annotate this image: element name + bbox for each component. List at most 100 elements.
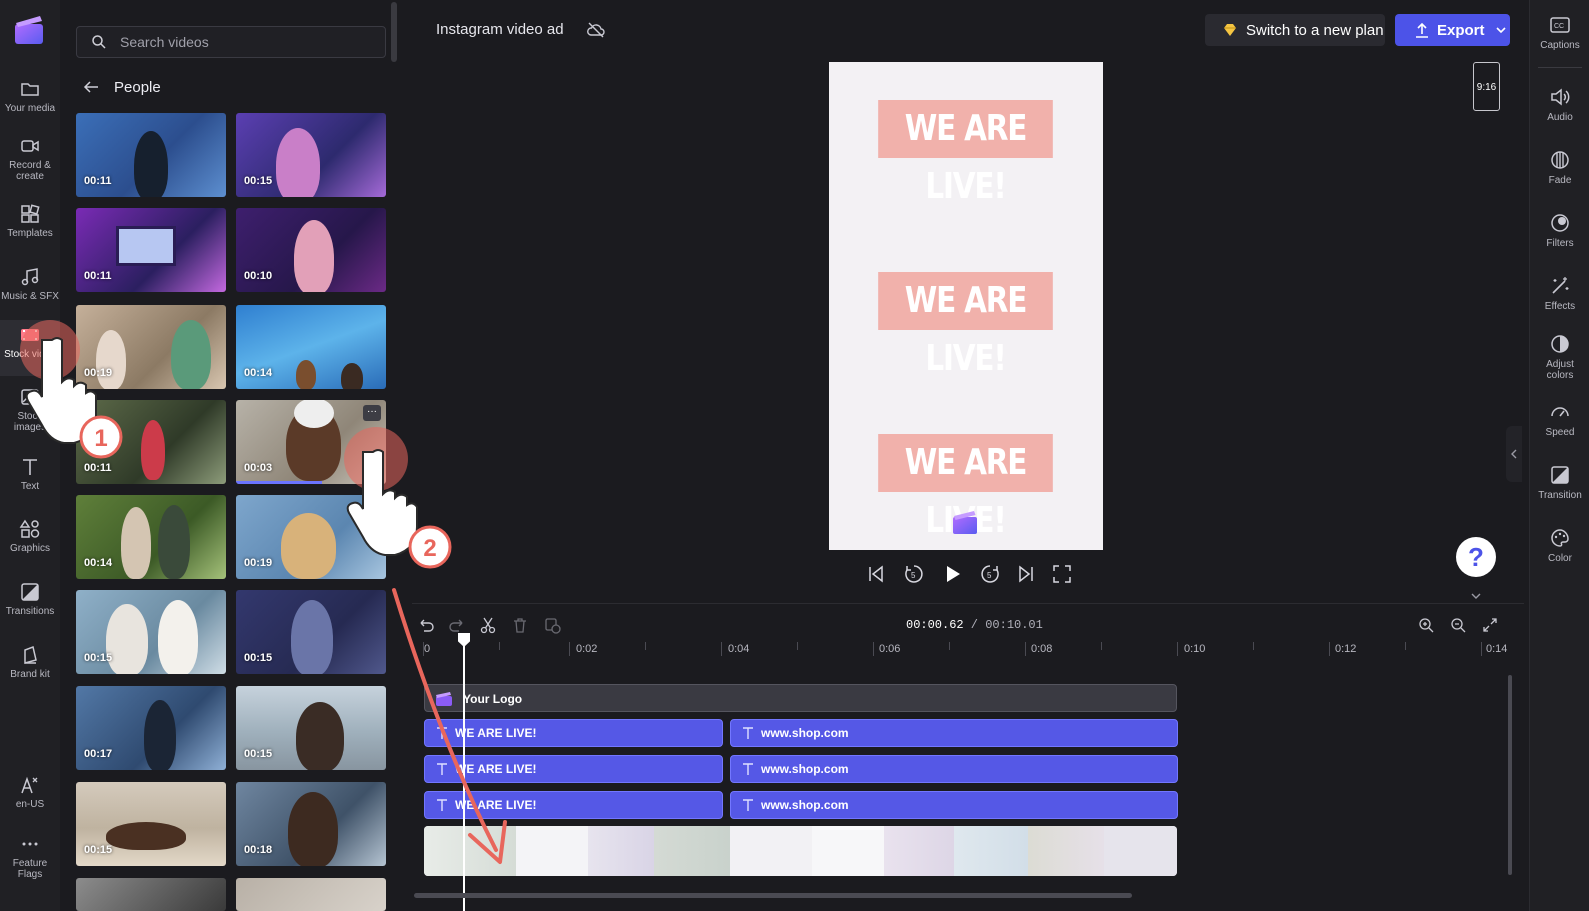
back-arrow-icon[interactable] <box>82 78 100 96</box>
video-thumbnail[interactable]: 00:11 <box>76 208 226 292</box>
nav-music-sfx[interactable]: Music & SFX <box>0 262 60 318</box>
delete-icon[interactable] <box>511 616 529 634</box>
rail-speed[interactable]: Speed <box>1530 401 1589 438</box>
video-thumbnail[interactable]: 00:19 <box>76 305 226 389</box>
video-thumbnail[interactable]: 00:15 <box>236 590 386 674</box>
video-thumbnail[interactable]: 00:11 <box>76 113 226 197</box>
playhead[interactable] <box>463 633 465 911</box>
text-icon <box>437 727 447 739</box>
nav-transitions[interactable]: Transitions <box>0 577 60 633</box>
text-clip[interactable]: WE ARE LIVE! <box>424 755 723 783</box>
text-clip[interactable]: www.shop.com <box>730 755 1178 783</box>
search-box[interactable] <box>76 26 386 58</box>
ruler-label: 0:02 <box>576 643 598 655</box>
nav-your-media[interactable]: Your media <box>0 74 60 130</box>
video-thumbnail[interactable]: 00:15 <box>76 782 226 866</box>
help-button[interactable]: ? <box>1456 537 1496 577</box>
forward-5s-icon[interactable]: 5 <box>979 563 1001 585</box>
text-clip[interactable]: www.shop.com <box>730 791 1178 819</box>
fit-to-screen-icon[interactable] <box>1481 616 1499 634</box>
rail-effects[interactable]: Effects <box>1530 275 1589 312</box>
panel-scrollbar[interactable] <box>391 2 397 62</box>
video-track-clip[interactable] <box>424 826 1177 876</box>
nav-stock-images[interactable]: Stock images <box>0 382 60 438</box>
property-panel-toggle[interactable] <box>1506 426 1522 482</box>
nav-label: Feature Flags <box>12 858 48 880</box>
nav-label: Graphics <box>9 543 50 554</box>
video-thumbnail[interactable]: 00:11 <box>76 400 226 484</box>
ruler-label: 0:08 <box>1031 643 1053 655</box>
play-icon[interactable] <box>941 563 963 585</box>
search-input[interactable] <box>120 34 370 50</box>
text-clip[interactable]: www.shop.com <box>730 719 1178 747</box>
timeline-horizontal-scrollbar[interactable] <box>414 893 1132 898</box>
video-thumbnail[interactable]: 00:10 <box>236 208 386 292</box>
nav-language[interactable]: en-US <box>0 770 60 826</box>
aspect-ratio-button[interactable]: 9:16 <box>1473 62 1500 111</box>
rail-color[interactable]: Color <box>1530 527 1589 564</box>
time-ruler[interactable]: 0 0:02 0:04 0:06 0:08 0:10 0:12 0:14 <box>423 639 1524 669</box>
skip-to-start-icon[interactable] <box>865 563 887 585</box>
rail-transition[interactable]: Transition <box>1530 464 1589 501</box>
timeline-vertical-scrollbar[interactable] <box>1508 675 1512 875</box>
video-thumbnail[interactable] <box>76 878 226 911</box>
zoom-in-icon[interactable] <box>1417 616 1435 634</box>
upgrade-label: Switch to a new plan <box>1246 21 1384 39</box>
preview-text-overlay[interactable]: WE ARE LIVE! <box>878 272 1053 379</box>
video-thumbnail[interactable]: 00:14 <box>76 495 226 579</box>
video-thumbnail[interactable]: 00:15 <box>76 590 226 674</box>
video-duration: 00:03 <box>244 462 273 474</box>
scissors-icon[interactable] <box>479 616 497 634</box>
logo-track-clip[interactable]: Your Logo <box>424 684 1177 712</box>
nav-brand-kit[interactable]: Brand kit <box>0 640 60 696</box>
video-thumbnail-hovered[interactable]: 00:03 ··· <box>236 400 386 484</box>
video-duration: 00:10 <box>244 270 273 282</box>
redo-icon[interactable] <box>448 616 466 634</box>
undo-icon[interactable] <box>417 616 435 634</box>
brand-logo-overlay[interactable] <box>952 509 978 535</box>
preview-text-overlay[interactable]: WE ARE LIVE! <box>878 434 1053 541</box>
project-title[interactable]: Instagram video ad <box>436 21 564 38</box>
video-preview-canvas[interactable]: WE ARE LIVE! WE ARE LIVE! WE ARE LIVE! <box>829 62 1103 550</box>
clip-label: www.shop.com <box>761 798 849 812</box>
upload-icon <box>1416 22 1428 38</box>
chevron-down-icon[interactable] <box>1470 591 1482 601</box>
duplicate-icon[interactable] <box>543 616 561 634</box>
preview-text-overlay[interactable]: WE ARE LIVE! <box>878 100 1053 207</box>
rail-fade[interactable]: Fade <box>1530 149 1589 186</box>
nav-label: en-US <box>15 799 45 810</box>
upgrade-plan-button[interactable]: Switch to a new plan <box>1205 14 1385 46</box>
rail-captions[interactable]: CC Captions <box>1530 14 1589 51</box>
nav-stock-video[interactable]: Stock video <box>0 320 60 376</box>
rail-audio[interactable]: Audio <box>1530 86 1589 123</box>
text-clip[interactable]: WE ARE LIVE! <box>424 719 723 747</box>
breadcrumb: People <box>82 78 161 96</box>
video-thumbnail[interactable]: 00:14 <box>236 305 386 389</box>
nav-record-create[interactable]: Record & create <box>0 131 60 187</box>
more-options-button[interactable]: ··· <box>363 405 381 421</box>
video-duration: 00:14 <box>84 557 113 569</box>
video-thumbnail[interactable]: 00:15 <box>236 113 386 197</box>
nav-graphics[interactable]: Graphics <box>0 514 60 570</box>
rail-filters[interactable]: Filters <box>1530 212 1589 249</box>
video-thumbnail[interactable]: 00:18 <box>236 782 386 866</box>
text-clip[interactable]: WE ARE LIVE! <box>424 791 723 819</box>
nav-text[interactable]: Text <box>0 452 60 508</box>
video-thumbnail[interactable]: 00:17 <box>76 686 226 770</box>
nav-label: Your media <box>4 103 56 114</box>
skip-to-end-icon[interactable] <box>1015 563 1037 585</box>
captions-icon: CC <box>1550 17 1570 33</box>
zoom-out-icon[interactable] <box>1449 616 1467 634</box>
video-thumbnail[interactable] <box>236 878 386 911</box>
video-thumbnail[interactable]: 00:15 <box>236 686 386 770</box>
export-button[interactable]: Export <box>1395 14 1510 46</box>
nav-templates[interactable]: Templates <box>0 199 60 255</box>
nav-feature-flags[interactable]: Feature Flags <box>0 829 60 885</box>
fullscreen-icon[interactable] <box>1051 563 1073 585</box>
film-icon <box>21 329 39 341</box>
nav-label: Transitions <box>5 606 55 617</box>
video-thumbnail[interactable]: 00:19 <box>236 495 386 579</box>
chevron-down-icon[interactable] <box>1495 24 1507 36</box>
rewind-5s-icon[interactable]: 5 <box>903 563 925 585</box>
rail-adjust-colors[interactable]: Adjust colors <box>1530 333 1589 381</box>
